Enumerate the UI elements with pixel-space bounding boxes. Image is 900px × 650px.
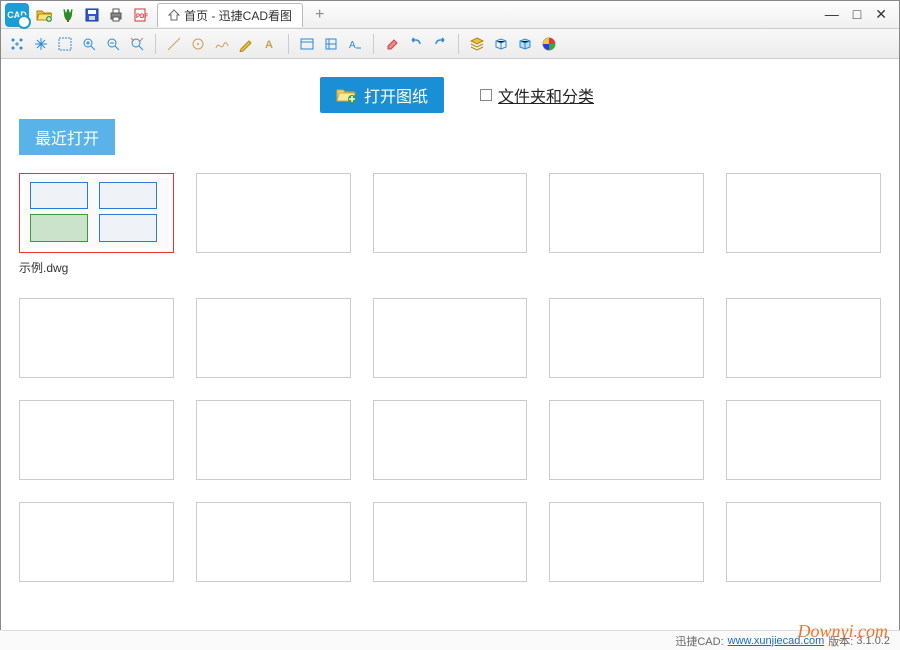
save-icon[interactable] xyxy=(83,6,101,24)
empty-slot[interactable] xyxy=(373,173,528,253)
folder-category-link[interactable]: 文件夹和分类 xyxy=(480,83,594,107)
empty-slot[interactable] xyxy=(19,400,174,480)
tab-home[interactable]: 首页 - 迅捷CAD看图 xyxy=(157,3,303,27)
empty-slot[interactable] xyxy=(196,173,351,253)
pan-icon[interactable] xyxy=(31,34,51,54)
folder-category-label[interactable]: 文件夹和分类 xyxy=(498,83,594,107)
open-drawing-label: 打开图纸 xyxy=(364,83,428,107)
status-url[interactable]: www.xunjiecad.com xyxy=(728,635,825,647)
main-toolbar: A A xyxy=(1,29,899,59)
status-version: 3.1.0.2 xyxy=(856,635,890,647)
app-logo: CAD xyxy=(5,3,29,27)
svg-text:PDF: PDF xyxy=(136,14,148,20)
folder-open-icon xyxy=(336,87,356,103)
text-tool-icon[interactable]: A xyxy=(260,34,280,54)
annotation-icon[interactable]: A xyxy=(345,34,365,54)
color-icon[interactable] xyxy=(539,34,559,54)
svg-text:A: A xyxy=(265,39,273,51)
cube-icon[interactable] xyxy=(515,34,535,54)
content-area: 打开图纸 文件夹和分类 最近打开 示例.dwg xyxy=(1,59,899,629)
layer-mgr-icon[interactable] xyxy=(321,34,341,54)
separator xyxy=(458,34,459,54)
maximize-button[interactable]: □ xyxy=(853,6,861,23)
empty-slot[interactable] xyxy=(549,298,704,378)
redo-icon[interactable] xyxy=(430,34,450,54)
zoom-in-icon[interactable] xyxy=(79,34,99,54)
empty-slot[interactable] xyxy=(196,298,351,378)
empty-slot[interactable] xyxy=(726,502,881,582)
svg-text:A: A xyxy=(349,40,356,51)
empty-slot[interactable] xyxy=(196,400,351,480)
open-drawing-button[interactable]: 打开图纸 xyxy=(320,77,444,113)
separator xyxy=(373,34,374,54)
file-grid: 示例.dwg xyxy=(19,173,881,582)
empty-slot[interactable] xyxy=(726,173,881,253)
empty-slot[interactable] xyxy=(19,298,174,378)
line-icon[interactable] xyxy=(164,34,184,54)
home-icon xyxy=(168,9,180,21)
eraser-icon[interactable] xyxy=(382,34,402,54)
zoom-out-icon[interactable] xyxy=(103,34,123,54)
empty-slot[interactable] xyxy=(196,502,351,582)
pdf-icon[interactable]: PDF xyxy=(131,6,149,24)
status-brand: 迅捷CAD: xyxy=(675,633,723,649)
zoom-extent-icon[interactable] xyxy=(127,34,147,54)
empty-slot[interactable] xyxy=(726,298,881,378)
statusbar: 迅捷CAD: www.xunjiecad.com 版本: 3.1.0.2 xyxy=(0,630,900,650)
separator xyxy=(288,34,289,54)
quick-toolbar: PDF xyxy=(35,6,149,24)
edit-icon[interactable] xyxy=(236,34,256,54)
palm-icon[interactable] xyxy=(59,6,77,24)
titlebar: CAD PDF 首页 - 迅捷CAD看图 + — □ ✕ xyxy=(1,1,899,29)
checkbox-icon[interactable] xyxy=(480,89,492,101)
layers-icon[interactable] xyxy=(467,34,487,54)
file-name: 示例.dwg xyxy=(19,259,174,276)
select-point-icon[interactable] xyxy=(7,34,27,54)
status-version-label: 版本: xyxy=(828,633,853,649)
print-icon[interactable] xyxy=(107,6,125,24)
empty-slot[interactable] xyxy=(373,502,528,582)
box3d-icon[interactable] xyxy=(491,34,511,54)
empty-slot[interactable] xyxy=(549,400,704,480)
empty-slot[interactable] xyxy=(373,298,528,378)
empty-slot[interactable] xyxy=(549,502,704,582)
minimize-button[interactable]: — xyxy=(825,6,839,23)
empty-slot[interactable] xyxy=(549,173,704,253)
close-button[interactable]: ✕ xyxy=(875,6,887,23)
file-card[interactable]: 示例.dwg xyxy=(19,173,174,276)
empty-slot[interactable] xyxy=(19,502,174,582)
open-icon[interactable] xyxy=(35,6,53,24)
polyline-icon[interactable] xyxy=(212,34,232,54)
recent-open-tab[interactable]: 最近打开 xyxy=(19,119,115,155)
window-controls: — □ ✕ xyxy=(825,6,895,23)
window-select-icon[interactable] xyxy=(55,34,75,54)
thumbnail xyxy=(24,178,169,248)
empty-slot[interactable] xyxy=(373,400,528,480)
separator xyxy=(155,34,156,54)
new-tab-button[interactable]: + xyxy=(309,6,330,24)
undo-icon[interactable] xyxy=(406,34,426,54)
empty-slot[interactable] xyxy=(726,400,881,480)
tab-title: 首页 - 迅捷CAD看图 xyxy=(184,7,292,24)
circle-icon[interactable] xyxy=(188,34,208,54)
layer-icon[interactable] xyxy=(297,34,317,54)
